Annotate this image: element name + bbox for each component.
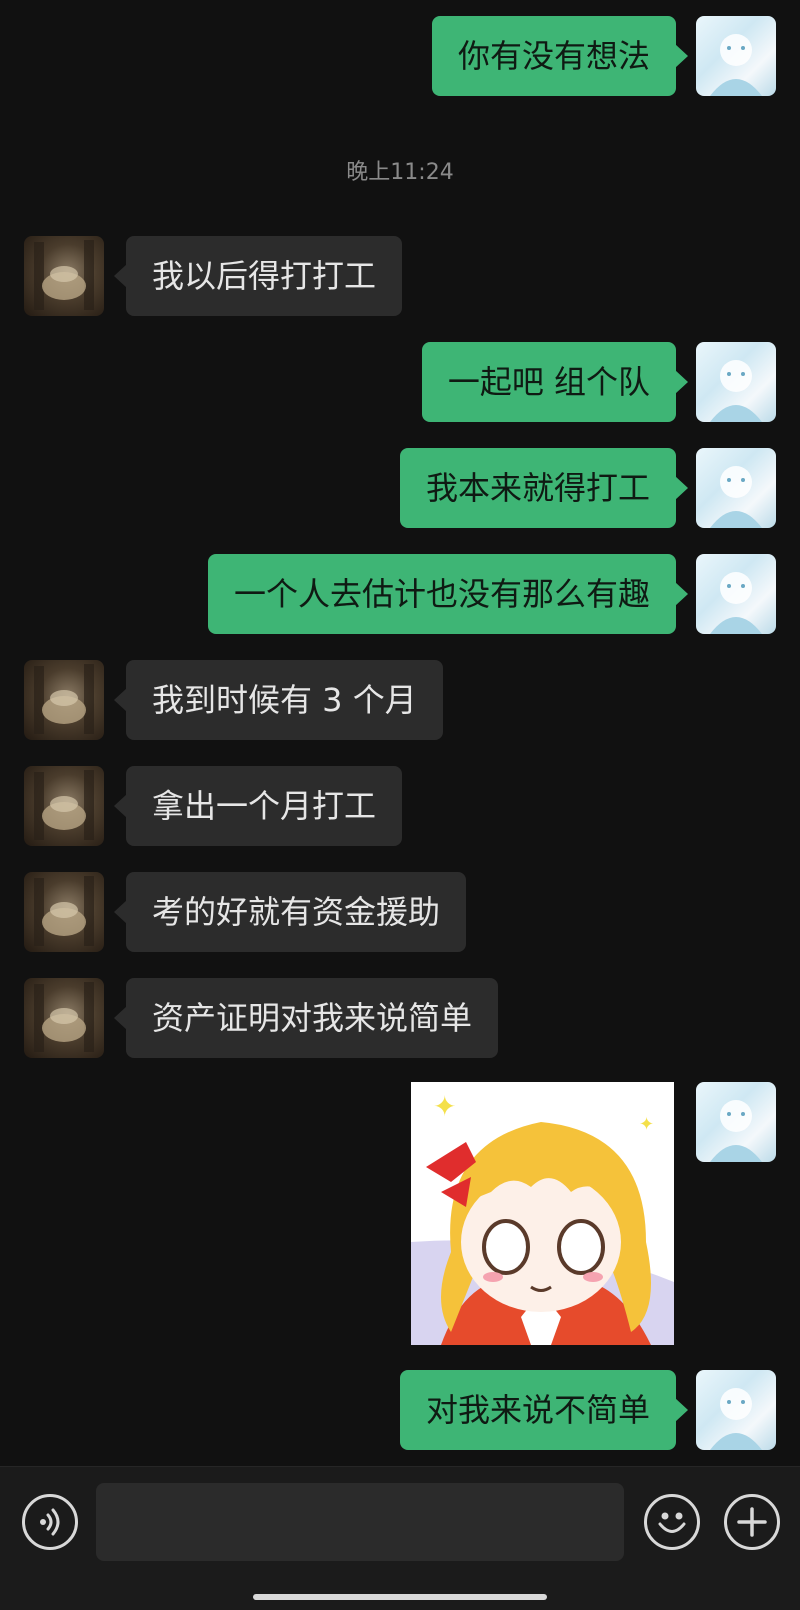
message-bubble-other[interactable]: 资产证明对我来说简单 bbox=[113, 978, 499, 1058]
self-avatar[interactable] bbox=[696, 1370, 776, 1450]
timestamp: 晚上11:24 bbox=[346, 160, 454, 185]
message-bubble-self[interactable]: 一起吧 组个队 bbox=[421, 342, 689, 422]
chat-area[interactable]: 你有没有想法 晚上11:24 我以后得打打工 一起吧 组个队 我本来就得打工 一… bbox=[0, 0, 800, 1466]
message-bubble-self[interactable]: 我本来就得打工 bbox=[399, 448, 689, 528]
message-input[interactable] bbox=[96, 1483, 624, 1561]
contact-avatar[interactable] bbox=[24, 766, 104, 846]
message-bubble-self[interactable]: 一个人去估计也没有那么有趣 bbox=[207, 554, 689, 634]
emoji-button[interactable] bbox=[644, 1494, 700, 1550]
svg-text:✦: ✦ bbox=[433, 1090, 456, 1123]
self-avatar[interactable] bbox=[696, 342, 776, 422]
message-bubble-self[interactable]: 你有没有想法 bbox=[431, 16, 689, 96]
contact-avatar[interactable] bbox=[24, 236, 104, 316]
svg-text:✦: ✦ bbox=[639, 1114, 654, 1135]
message-bubble-other[interactable]: 拿出一个月打工 bbox=[113, 766, 403, 846]
voice-icon bbox=[40, 1508, 60, 1536]
self-avatar[interactable] bbox=[696, 554, 776, 634]
contact-avatar[interactable] bbox=[24, 660, 104, 740]
message-bubble-other[interactable]: 我以后得打打工 bbox=[113, 236, 403, 316]
self-avatar[interactable] bbox=[696, 16, 776, 96]
plus-icon bbox=[737, 1507, 767, 1537]
self-avatar[interactable] bbox=[696, 448, 776, 528]
message-bubble-other[interactable]: 我到时候有 3 个月 bbox=[114, 660, 443, 740]
message-bubble-other[interactable]: 考的好就有资金援助 bbox=[113, 872, 467, 952]
blonde-anime-girl-sticker[interactable]: ✦ ✦ bbox=[411, 1082, 674, 1345]
plus-button[interactable] bbox=[724, 1494, 780, 1550]
voice-button[interactable] bbox=[22, 1494, 78, 1550]
message-bubble-self[interactable]: 对我来说不简单 bbox=[399, 1370, 689, 1450]
emoji-icon bbox=[658, 1512, 686, 1533]
home-indicator[interactable] bbox=[253, 1594, 547, 1600]
contact-avatar[interactable] bbox=[24, 872, 104, 952]
self-avatar[interactable] bbox=[696, 1082, 776, 1162]
contact-avatar[interactable] bbox=[24, 978, 104, 1058]
input-bar bbox=[0, 1466, 800, 1610]
